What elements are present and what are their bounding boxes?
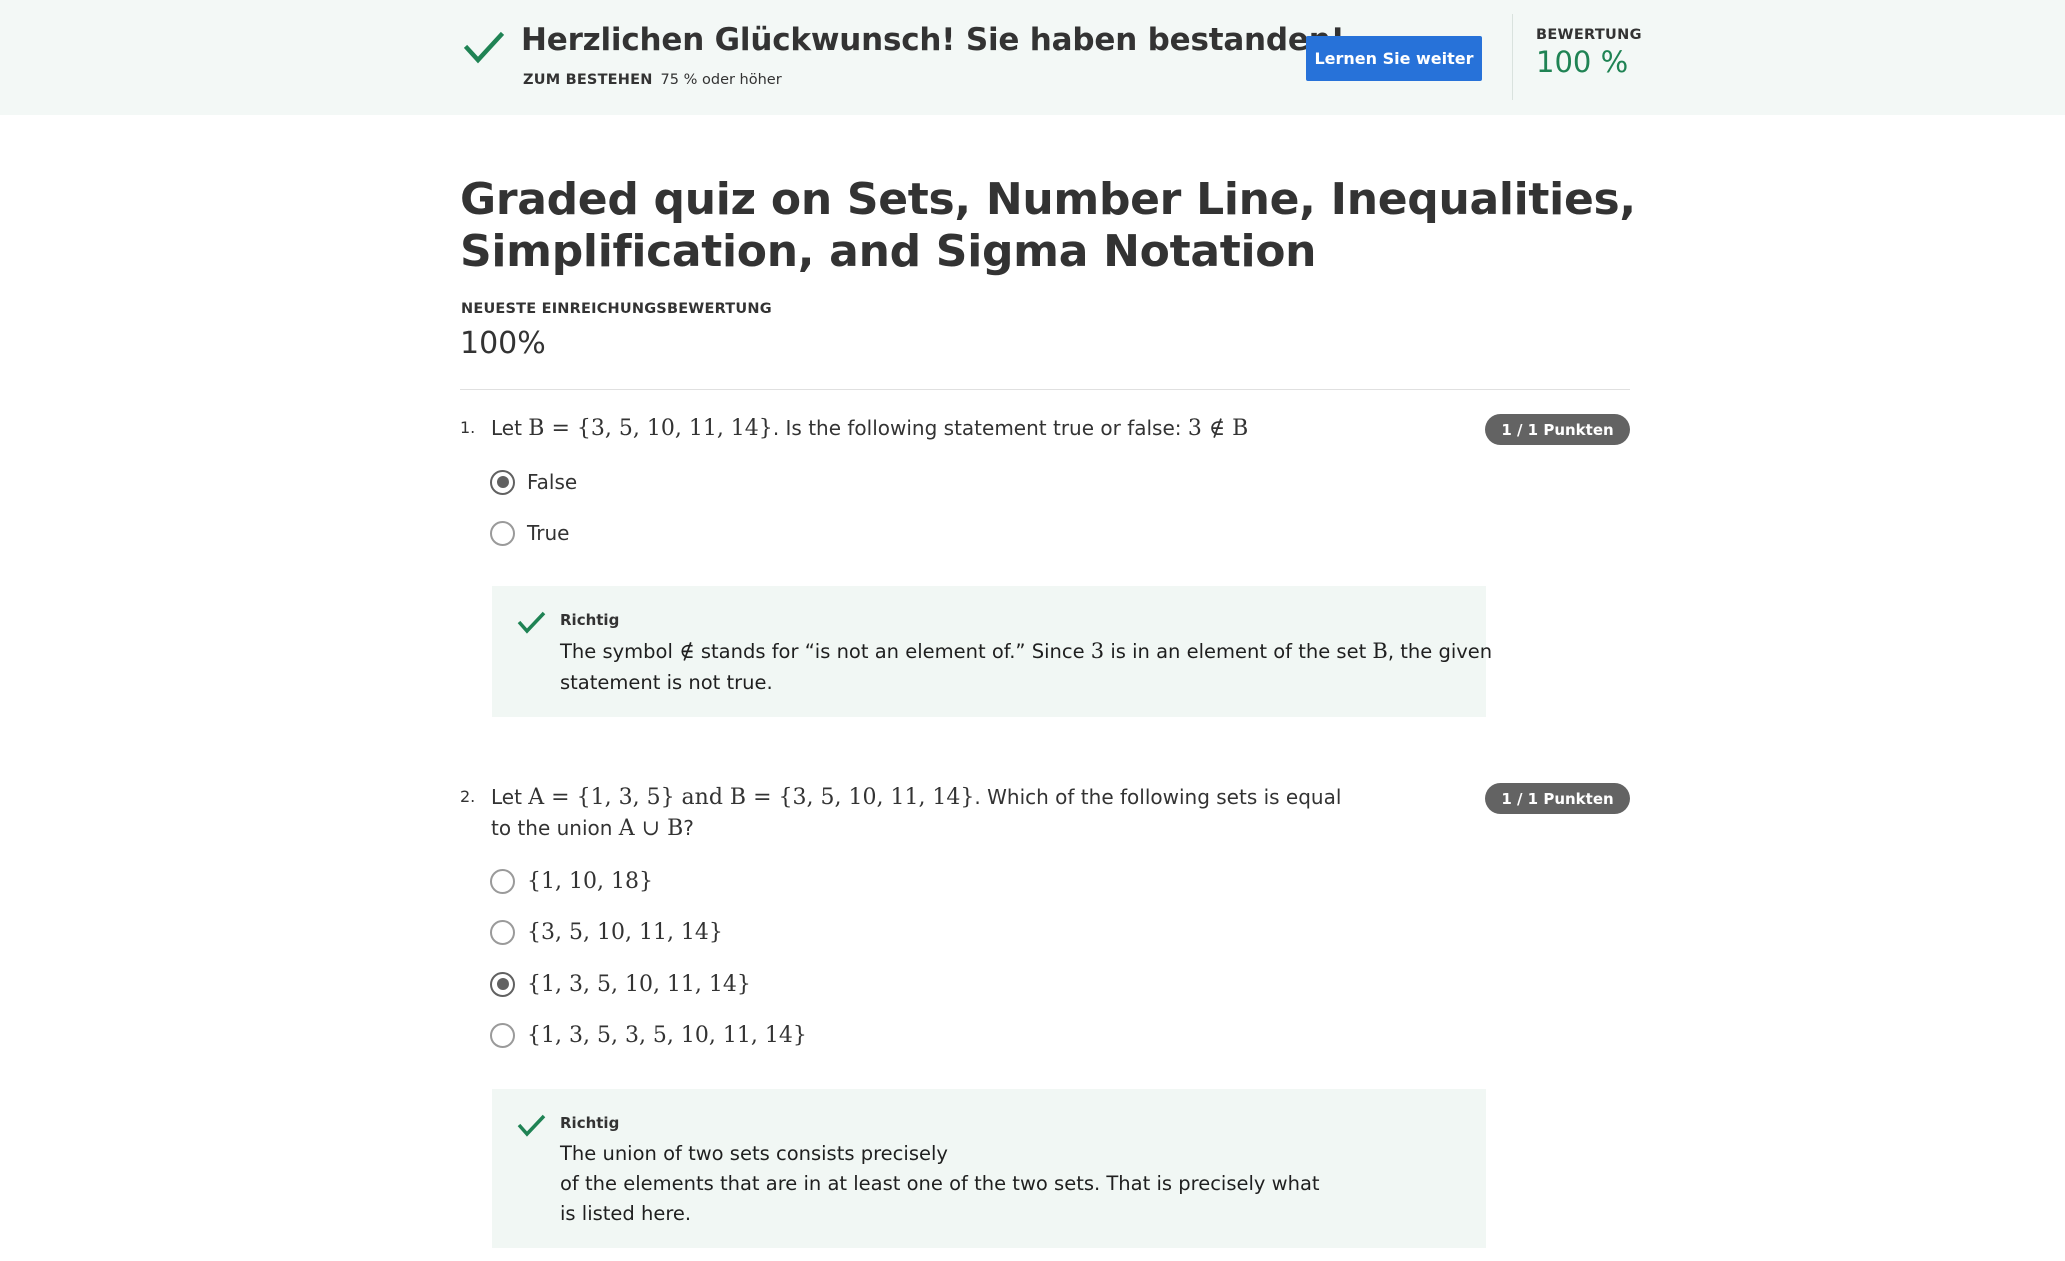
radio-unselected[interactable]	[490, 868, 515, 894]
success-banner: Herzlichen Glückwunsch! Sie haben bestan…	[0, 0, 2065, 115]
radio-selected[interactable]	[490, 469, 515, 495]
feedback-line: of the elements that are in at least one…	[560, 1172, 1320, 1195]
option-label: {1, 3, 5, 10, 11, 14}	[527, 971, 751, 997]
radio-unselected[interactable]	[490, 919, 515, 945]
grade-value: 100 %	[1536, 45, 1629, 79]
checkmark-icon	[517, 611, 546, 634]
option-label: {3, 5, 10, 11, 14}	[527, 919, 723, 945]
feedback-text: The symbol ∉ stands for “is not an eleme…	[560, 636, 1492, 698]
feedback-line: statement is not true.	[560, 671, 773, 694]
pass-value: 75 % oder höher	[660, 72, 782, 88]
answer-option-4[interactable]: {1, 3, 5, 3, 5, 10, 11, 14}	[490, 1020, 807, 1050]
latest-submission-label: NEUESTE EINREICHUNGSBEWERTUNG	[461, 301, 772, 317]
question-text-part: to the union	[491, 816, 619, 840]
grade-label: BEWERTUNG	[1536, 27, 1642, 43]
divider	[460, 389, 1630, 390]
feedback-line: The symbol ∉ stands for “is not an eleme…	[560, 636, 1492, 667]
question-line: Let A = {1, 3, 5} and B = {3, 5, 10, 11,…	[491, 782, 1391, 813]
answer-option-false[interactable]: False	[490, 467, 577, 497]
question-line: to the union A ∪ B?	[491, 813, 1391, 844]
feedback-box: Richtig The union of two sets consists p…	[492, 1089, 1486, 1248]
question-text-part: . Is the following statement true or fal…	[772, 416, 1188, 440]
feedback-label: Richtig	[560, 611, 620, 629]
points-badge: 1 / 1 Punkten	[1485, 783, 1630, 814]
answer-option-1[interactable]: {1, 10, 18}	[490, 866, 653, 896]
banner-divider	[1512, 14, 1513, 100]
answer-option-3[interactable]: {1, 3, 5, 10, 11, 14}	[490, 969, 751, 999]
math-expression: A = {1, 3, 5} and B = {3, 5, 10, 11, 14}	[528, 785, 975, 810]
question-number: 1.	[460, 418, 476, 437]
math-expression: B = {3, 5, 10, 11, 14}	[528, 416, 773, 441]
math-expression: B	[1372, 639, 1388, 663]
feedback-text-part: stands for “is not an element of.” Since	[694, 640, 1091, 663]
radio-unselected[interactable]	[490, 520, 515, 546]
question-text: Let B = {3, 5, 10, 11, 14}. Is the follo…	[491, 413, 1451, 444]
math-expression: 3	[1090, 639, 1105, 663]
question-text-part: . Which of the following sets is equal	[974, 785, 1342, 809]
checkmark-icon	[464, 31, 504, 64]
math-expression: A ∪ B	[618, 816, 684, 841]
question-text-part: ?	[683, 816, 694, 840]
feedback-text-part: , the given	[1387, 640, 1493, 663]
question-text-part: Let	[491, 785, 529, 809]
latest-submission-value: 100%	[460, 326, 546, 361]
question-text: Let A = {1, 3, 5} and B = {3, 5, 10, 11,…	[491, 782, 1391, 844]
page-title: Graded quiz on Sets, Number Line, Inequa…	[460, 174, 1636, 277]
question-number: 2.	[460, 787, 476, 806]
answer-option-2[interactable]: {3, 5, 10, 11, 14}	[490, 917, 723, 947]
radio-selected[interactable]	[490, 971, 515, 997]
feedback-text-part: The symbol	[560, 640, 680, 663]
option-label: False	[527, 470, 578, 494]
feedback-line: The union of two sets consists precisely	[560, 1142, 948, 1165]
math-expression: ∉	[679, 639, 695, 663]
checkmark-icon	[517, 1114, 546, 1137]
option-label: {1, 3, 5, 3, 5, 10, 11, 14}	[527, 1022, 807, 1048]
continue-learning-button[interactable]: Lernen Sie weiter	[1306, 36, 1482, 81]
feedback-label: Richtig	[560, 1114, 620, 1132]
feedback-text-part: is in an element of the set	[1104, 640, 1373, 663]
pass-label: ZUM BESTEHEN	[523, 72, 653, 88]
feedback-line: is listed here.	[560, 1202, 692, 1225]
feedback-text: The union of two sets consists precisely…	[560, 1139, 1460, 1229]
feedback-box: Richtig The symbol ∉ stands for “is not …	[492, 586, 1492, 717]
math-expression: 3 ∉ B	[1187, 416, 1249, 441]
radio-unselected[interactable]	[490, 1022, 515, 1048]
answer-option-true[interactable]: True	[490, 518, 569, 548]
option-label: {1, 10, 18}	[527, 868, 653, 894]
points-badge: 1 / 1 Punkten	[1485, 414, 1630, 445]
option-label: True	[527, 521, 570, 545]
banner-title: Herzlichen Glückwunsch! Sie haben bestan…	[521, 22, 1345, 58]
pass-requirement: ZUM BESTEHEN 75 % oder höher	[523, 72, 782, 88]
question-text-part: Let	[491, 416, 529, 440]
